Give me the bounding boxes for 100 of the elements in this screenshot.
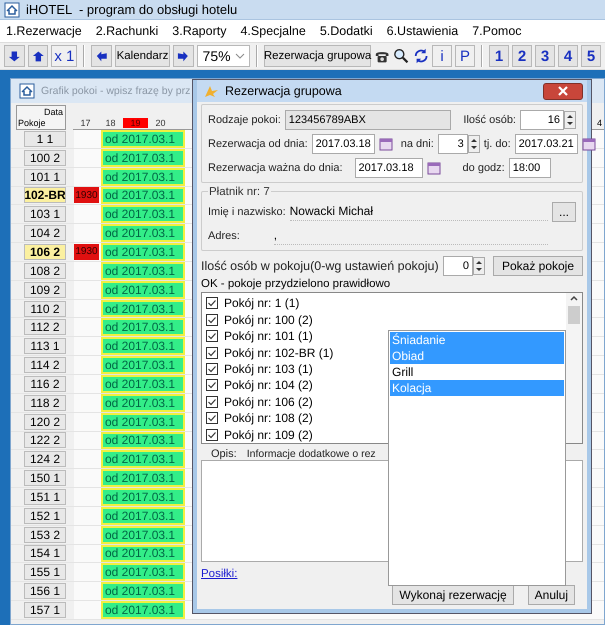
room-button[interactable]: 112 2 [24, 319, 66, 336]
room-button[interactable]: 110 2 [24, 300, 66, 317]
day-header[interactable]: 20 [148, 118, 173, 128]
time-field[interactable]: 18:00 [508, 158, 551, 178]
booking-bar[interactable]: od 2017.03.1 [101, 205, 185, 224]
name-field[interactable]: Nowacki Michał [290, 202, 548, 220]
menu-item[interactable]: 1.Rezerwacje [6, 24, 82, 38]
room-button[interactable]: 118 2 [24, 394, 66, 411]
booking-bar[interactable]: od 2017.03.1 [101, 243, 185, 261]
next-button[interactable] [172, 45, 194, 67]
booking-bar[interactable]: od 2017.03.1 [101, 506, 185, 525]
menu-item[interactable]: 6.Ustawienia [386, 24, 458, 38]
booking-bar[interactable]: od 2017.03.1 [101, 130, 185, 148]
group-reservation-button[interactable]: Rezerwacja grupowa [264, 45, 372, 67]
room-button[interactable]: 104 2 [24, 225, 66, 242]
booking-bar[interactable]: od 2017.03.1 [101, 488, 185, 506]
booking-bar[interactable]: od 2017.03.1 [101, 526, 185, 544]
info-button[interactable]: i [432, 45, 452, 67]
calendar-icon[interactable] [582, 136, 596, 150]
scrollbar[interactable] [566, 293, 582, 443]
spinner-arrows-icon[interactable] [468, 134, 480, 152]
menu-item[interactable]: 2.Rachunki [96, 24, 158, 38]
room-button[interactable]: 101 1 [24, 168, 66, 185]
checkbox[interactable] [206, 396, 218, 408]
checkbox[interactable] [206, 297, 218, 310]
reservation-marker[interactable]: 1930 [74, 244, 99, 260]
booking-bar[interactable]: od 2017.03.1 [101, 563, 185, 582]
parking-button[interactable]: P [455, 45, 476, 67]
spinner-arrows-icon[interactable] [564, 110, 576, 128]
room-button[interactable]: 106 2 [24, 244, 66, 260]
booking-bar[interactable]: od 2017.03.1 [101, 469, 185, 488]
day-header[interactable]: 19 [123, 118, 148, 128]
spinner-arrows-icon[interactable] [473, 256, 485, 274]
booking-bar[interactable]: od 2017.03.1 [101, 544, 185, 562]
number-button[interactable]: 5 [581, 45, 602, 67]
room-button[interactable]: 102-BR [24, 187, 66, 204]
booking-bar[interactable]: od 2017.03.1 [101, 412, 185, 430]
number-button[interactable]: 3 [535, 45, 556, 67]
menu-item[interactable]: 3.Raporty [172, 24, 226, 38]
room-button[interactable]: 154 1 [24, 545, 66, 562]
booking-bar[interactable]: od 2017.03.1 [101, 601, 185, 619]
checkbox[interactable] [206, 428, 218, 441]
room-button[interactable]: 156 1 [24, 583, 66, 600]
move-up-button[interactable] [28, 45, 48, 67]
room-button[interactable]: 103 1 [24, 206, 66, 222]
reservation-marker[interactable]: 1930 [74, 187, 99, 204]
number-button[interactable]: 4 [558, 45, 578, 67]
scroll-thumb[interactable] [568, 306, 580, 324]
booking-bar[interactable]: od 2017.03.1 [101, 356, 185, 374]
search-icon[interactable] [393, 47, 410, 65]
checkbox[interactable] [206, 412, 218, 424]
refresh-icon[interactable] [412, 47, 430, 65]
room-button[interactable]: 150 1 [24, 470, 66, 486]
address-field[interactable]: , [274, 226, 548, 244]
checkbox[interactable] [206, 346, 218, 359]
booking-bar[interactable]: od 2017.03.1 [101, 582, 185, 600]
room-button[interactable]: 109 2 [24, 282, 66, 298]
date-field[interactable]: 2017.03.18 [312, 134, 375, 154]
booking-bar[interactable]: od 2017.03.1 [101, 148, 185, 167]
show-rooms-button[interactable]: Pokaż pokoje [493, 256, 583, 276]
room-button[interactable]: 155 1 [24, 564, 66, 580]
menu-item[interactable]: 5.Dodatki [320, 24, 373, 38]
number-button[interactable]: 2 [512, 45, 532, 67]
menu-item[interactable]: 4.Specjalne [240, 24, 306, 38]
date-field[interactable]: 2017.03.18 [354, 158, 423, 178]
room-button[interactable]: 122 2 [24, 432, 66, 448]
room-button[interactable]: 124 2 [24, 451, 66, 468]
dialog-button[interactable]: Anuluj [528, 585, 575, 605]
room-button[interactable]: 113 1 [24, 338, 66, 354]
meals-link[interactable]: Posiłki: [201, 568, 238, 580]
booking-bar[interactable]: od 2017.03.1 [101, 186, 185, 204]
room-button[interactable]: 151 1 [24, 488, 66, 505]
room-button[interactable]: 108 2 [24, 262, 66, 279]
room-button[interactable]: 100 2 [24, 150, 66, 166]
booking-bar[interactable]: od 2017.03.1 [101, 224, 185, 242]
zoom-dropdown[interactable]: 75% [196, 45, 250, 67]
per-room-field[interactable]: 0 [443, 256, 473, 276]
move-down-button[interactable] [4, 45, 25, 67]
room-button[interactable]: 153 2 [24, 526, 66, 543]
booking-bar[interactable]: od 2017.03.1 [101, 432, 185, 450]
room-button[interactable]: 116 2 [24, 376, 66, 392]
checkbox[interactable] [206, 362, 218, 375]
chevron-up-icon[interactable] [569, 293, 579, 303]
room-button[interactable]: 157 1 [24, 602, 66, 618]
browse-button[interactable]: ... [552, 202, 576, 222]
booking-bar[interactable]: od 2017.03.1 [101, 374, 185, 393]
booking-bar[interactable]: od 2017.03.1 [101, 262, 185, 280]
persons-field[interactable]: 16 [520, 110, 564, 130]
dialog-button[interactable]: Wykonaj rezerwację [392, 585, 514, 605]
room-button[interactable]: 152 1 [24, 508, 66, 524]
checkbox[interactable] [206, 379, 218, 392]
number-button[interactable]: 1 [489, 45, 510, 67]
room-button[interactable]: 1 1 [24, 130, 66, 147]
booking-bar[interactable]: od 2017.03.1 [101, 337, 185, 356]
booking-bar[interactable]: od 2017.03.1 [101, 168, 185, 186]
date-field[interactable]: 2017.03.21 [514, 134, 578, 154]
booking-bar[interactable]: od 2017.03.1 [101, 280, 185, 299]
checkbox[interactable] [206, 314, 218, 326]
room-button[interactable]: 114 2 [24, 357, 66, 374]
day-header[interactable]: 18 [98, 118, 123, 128]
